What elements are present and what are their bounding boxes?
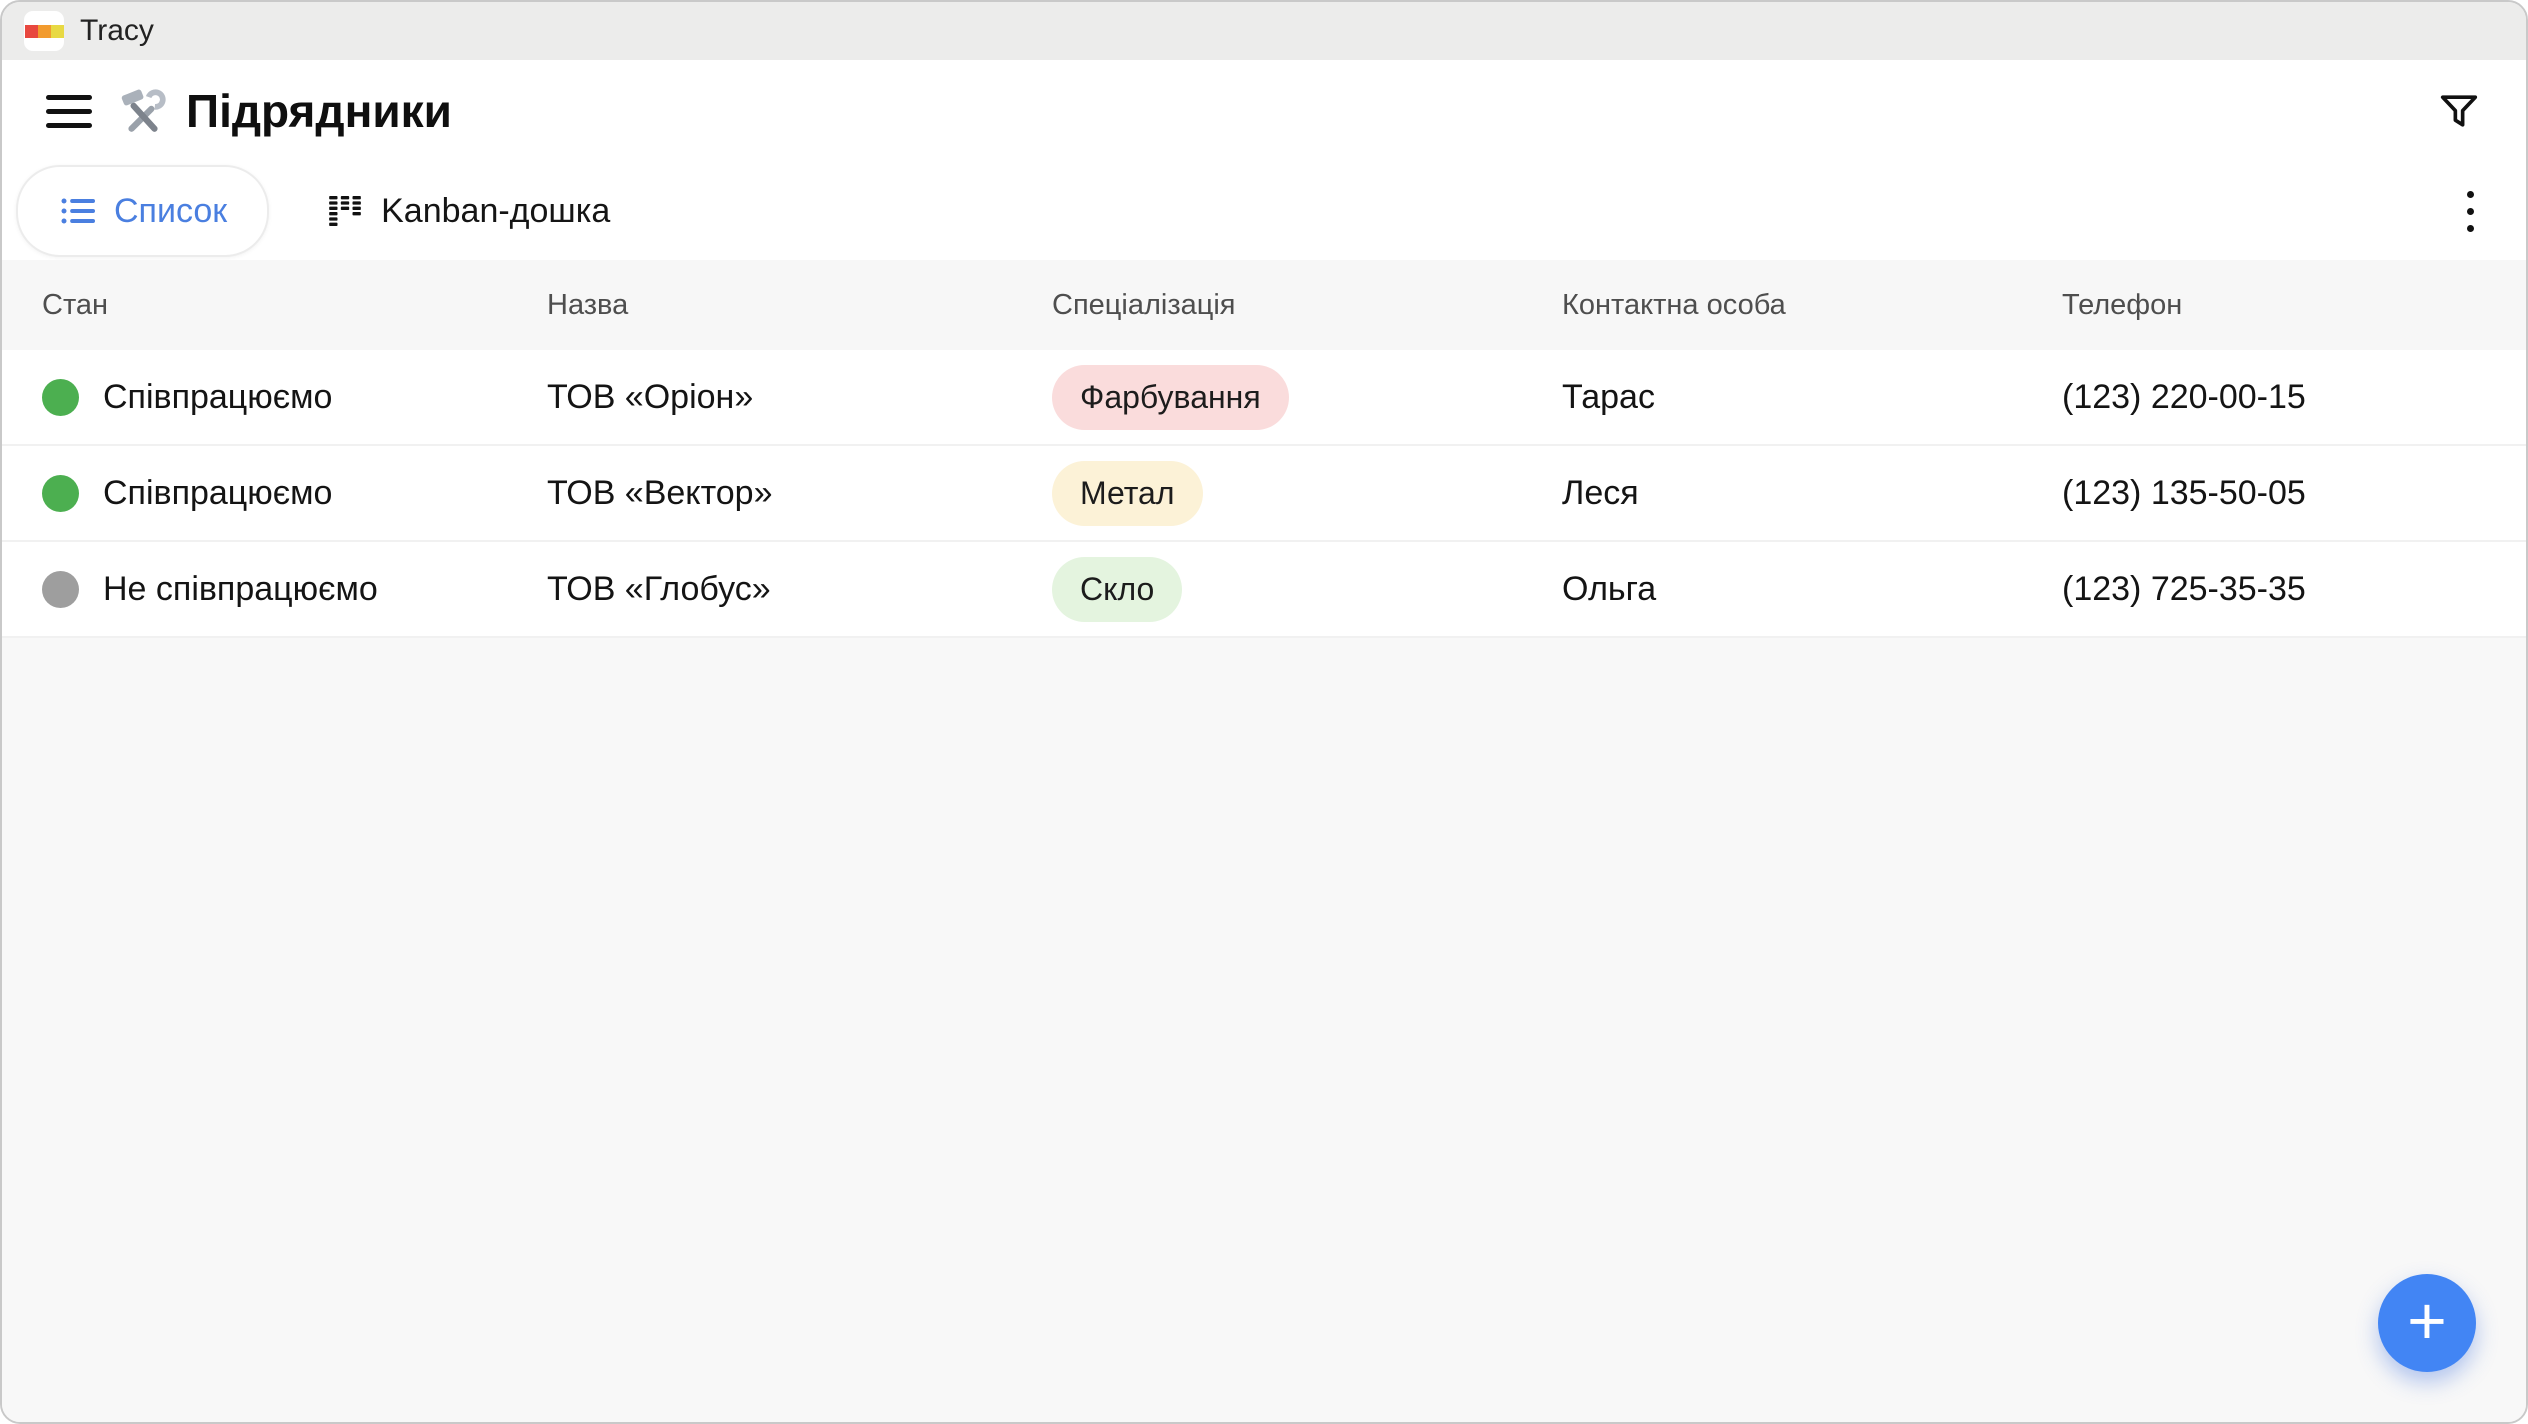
specialization-badge: Скло [1052, 557, 1182, 622]
phone-cell: (123) 725-35-35 [2022, 570, 2526, 609]
tab-list-label: Список [114, 192, 227, 231]
favicon-yellow-square [51, 25, 64, 38]
favicon-red-square [25, 25, 38, 38]
table-row[interactable]: Не співпрацюємо ТОВ «Глобус» Скло Ольга … [2, 542, 2526, 638]
favicon-orange-square [38, 25, 51, 38]
name-cell: ТОВ «Вектор» [507, 474, 1012, 513]
status-label: Співпрацюємо [103, 378, 332, 417]
status-label: Не співпрацюємо [103, 570, 378, 609]
app-window: Tracy Підрядники [0, 0, 2528, 1424]
table-empty-area [2, 638, 2526, 1422]
tools-icon [118, 86, 168, 136]
filter-funnel-icon [2436, 88, 2482, 134]
column-header-contact: Контактна особа [1522, 289, 2022, 322]
page-title: Підрядники [118, 84, 452, 138]
status-dot [42, 571, 79, 608]
phone-cell: (123) 135-50-05 [2022, 474, 2526, 513]
contact-cell: Ольга [1522, 570, 2022, 609]
column-header-name: Назва [507, 289, 1012, 322]
app-title: Tracy [80, 14, 154, 48]
specialization-badge: Фарбування [1052, 365, 1289, 430]
add-contractor-button[interactable]: + [2378, 1274, 2476, 1372]
plus-icon: + [2407, 1287, 2447, 1355]
name-cell: ТОВ «Оріон» [507, 378, 1012, 417]
contact-cell: Тарас [1522, 378, 2022, 417]
tab-kanban-label: Kanban-дошка [381, 192, 610, 231]
status-dot [42, 379, 79, 416]
tracy-favicon-icon [24, 11, 64, 51]
filter-button[interactable] [2436, 88, 2482, 134]
phone-cell: (123) 220-00-15 [2022, 378, 2526, 417]
column-header-status: Стан [2, 289, 507, 322]
contact-cell: Леся [1522, 474, 2022, 513]
table-row[interactable]: Співпрацюємо ТОВ «Вектор» Метал Леся (12… [2, 446, 2526, 542]
menu-icon[interactable] [46, 95, 92, 128]
browser-topbar: Tracy [2, 2, 2526, 60]
column-header-specialization: Спеціалізація [1012, 289, 1522, 322]
page-header: Підрядники [2, 60, 2526, 162]
page-title-text: Підрядники [186, 84, 452, 138]
list-icon [58, 191, 98, 231]
tab-list[interactable]: Список [16, 165, 269, 257]
tab-kanban[interactable]: Kanban-дошка [283, 165, 652, 257]
table-header: Стан Назва Спеціалізація Контактна особа… [2, 260, 2526, 350]
column-header-phone: Телефон [2022, 289, 2526, 322]
specialization-badge: Метал [1052, 461, 1203, 526]
view-tabs: Список [2, 162, 2526, 260]
status-label: Співпрацюємо [103, 474, 332, 513]
status-dot [42, 475, 79, 512]
name-cell: ТОВ «Глобус» [507, 570, 1012, 609]
table-row[interactable]: Співпрацюємо ТОВ «Оріон» Фарбування Тара… [2, 350, 2526, 446]
more-options-icon[interactable] [2459, 183, 2482, 240]
kanban-board-icon [325, 191, 365, 231]
